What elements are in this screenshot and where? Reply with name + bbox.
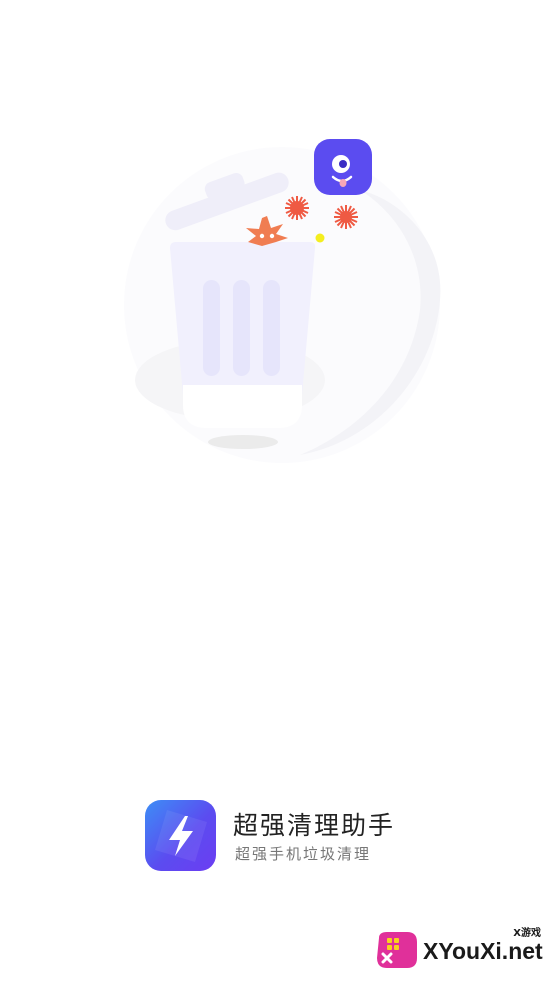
gamepad-icon bbox=[377, 932, 417, 968]
app-name: 超强清理助手 bbox=[233, 811, 396, 840]
one-eyed-monster-icon bbox=[314, 139, 372, 195]
site-watermark: XYouXi.net X游戏 bbox=[373, 924, 543, 974]
germ-icon bbox=[285, 196, 309, 220]
lightning-bolt-icon bbox=[155, 810, 207, 862]
sparkle-dot bbox=[315, 233, 325, 243]
app-logo bbox=[145, 800, 216, 871]
app-brand: 超强清理助手 超强手机垃圾清理 bbox=[145, 800, 445, 872]
germ-icon bbox=[334, 205, 358, 229]
watermark-small-text: X游戏 bbox=[513, 928, 541, 939]
app-slogan: 超强手机垃圾清理 bbox=[235, 845, 372, 863]
watermark-main-text: XYouXi.net bbox=[423, 938, 543, 964]
splash-illustration bbox=[124, 139, 441, 463]
